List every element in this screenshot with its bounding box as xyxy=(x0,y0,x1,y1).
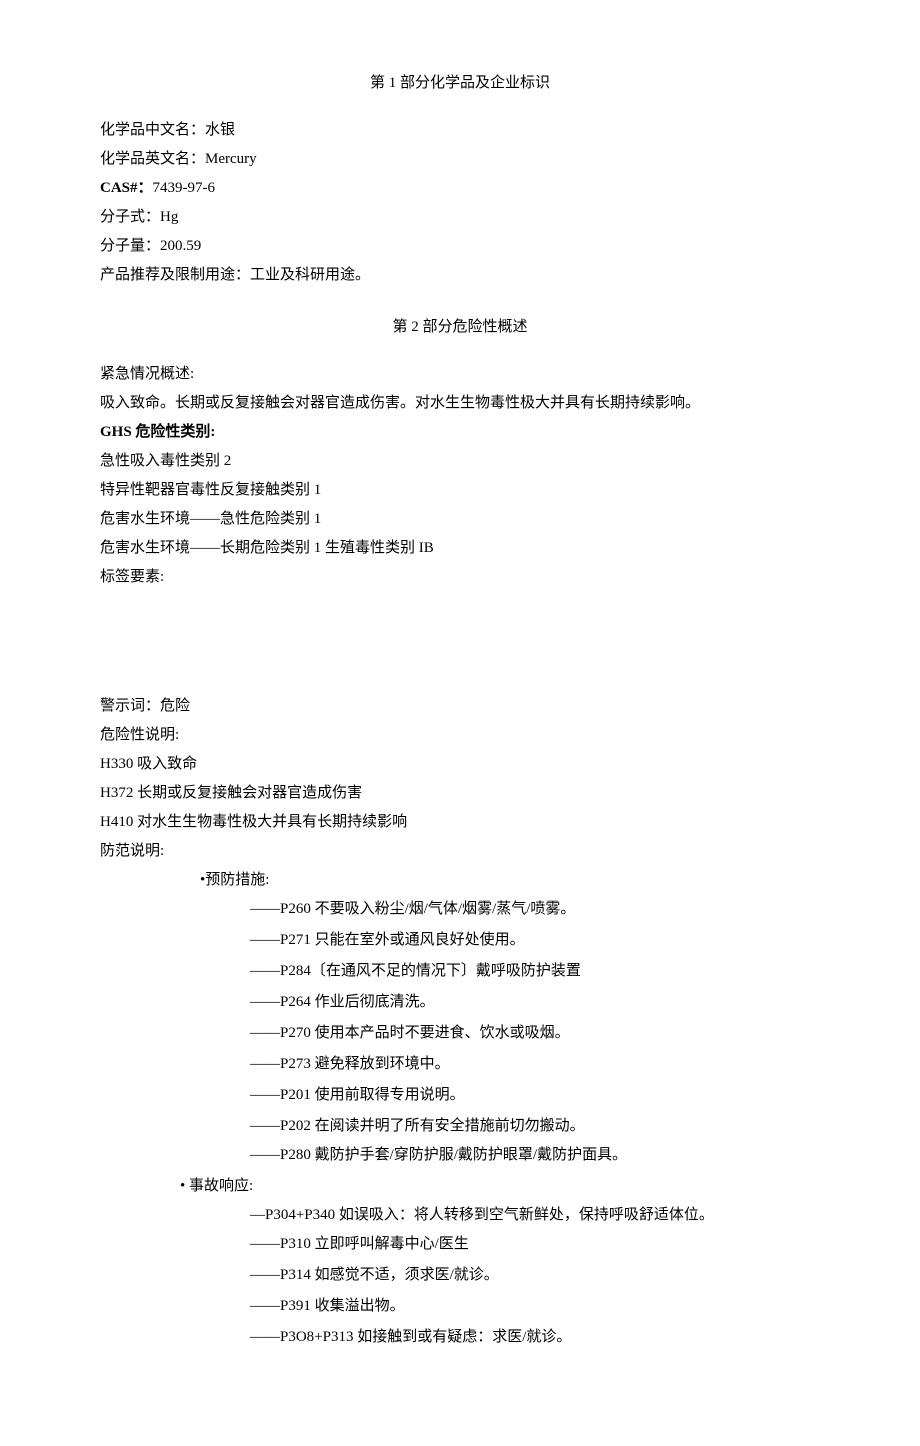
use-line: 产品推荐及限制用途：工业及科研用途。 xyxy=(100,262,820,289)
section2-block: 紧急情况概述: 吸入致命。长期或反复接触会对器官造成伤害。对水生生物毒性极大并具… xyxy=(100,361,820,1351)
prevention-item-3: ——P264 作业后彻底清洗。 xyxy=(250,989,820,1016)
response-item-0: —P304+P340 如误吸入：将人转移到空气新鲜处，保持呼吸舒适体位。 xyxy=(250,1202,820,1229)
ghs-item-2: 危害水生环境——急性危险类别 1 xyxy=(100,506,820,533)
mw-line: 分子量：200.59 xyxy=(100,233,820,260)
response-item-1: ——P310 立即呼叫解毒中心/医生 xyxy=(250,1231,820,1258)
label-elements: 标签要素: xyxy=(100,564,820,591)
prevention-item-5: ——P273 避免释放到环境中。 xyxy=(250,1051,820,1078)
section2-title: 第 2 部分危险性概述 xyxy=(100,314,820,341)
section1-title: 第 1 部分化学品及企业标识 xyxy=(100,70,820,97)
prevention-item-6: ——P201 使用前取得专用说明。 xyxy=(250,1082,820,1109)
response-item-4: ——P3O8+P313 如接触到或有疑虑：求医/就诊。 xyxy=(250,1324,820,1351)
ghs-label: GHS 危险性类别: xyxy=(100,419,820,446)
formula-line: 分子式：Hg xyxy=(100,204,820,231)
precaution-label: 防范说明: xyxy=(100,838,820,865)
hazard-item-2: H410 对水生生物毒性极大并具有长期持续影响 xyxy=(100,809,820,836)
ghs-item-1: 特异性靶器官毒性反复接触类别 1 xyxy=(100,477,820,504)
response-header: • 事故响应: xyxy=(180,1173,820,1200)
ghs-item-0: 急性吸入毒性类别 2 xyxy=(100,448,820,475)
hazard-label: 危险性说明: xyxy=(100,722,820,749)
cas-label: CAS#： xyxy=(100,180,153,196)
prevention-header: •预防措施: xyxy=(200,867,820,894)
response-item-2: ——P314 如感觉不适，须求医/就诊。 xyxy=(250,1262,820,1289)
use-value: 工业及科研用途。 xyxy=(250,267,370,283)
name-en-label: 化学品英文名： xyxy=(100,151,205,167)
cas-line: CAS#：7439-97-6 xyxy=(100,175,820,202)
prevention-item-7: ——P202 在阅读并明了所有安全措施前切勿搬动。 xyxy=(250,1113,820,1140)
formula-label: 分子式： xyxy=(100,209,160,225)
hazard-item-0: H330 吸入致命 xyxy=(100,751,820,778)
name-cn-label: 化学品中文名： xyxy=(100,122,205,138)
cas-value: 7439-97-6 xyxy=(153,180,216,196)
mw-value: 200.59 xyxy=(160,238,201,254)
section1-block: 化学品中文名：水银 化学品英文名：Mercury CAS#：7439-97-6 … xyxy=(100,117,820,289)
use-label: 产品推荐及限制用途： xyxy=(100,267,250,283)
formula-value: Hg xyxy=(160,209,178,225)
prevention-item-4: ——P270 使用本产品时不要进食、饮水或吸烟。 xyxy=(250,1020,820,1047)
emergency-text: 吸入致命。长期或反复接触会对器官造成伤害。对水生生物毒性极大并具有长期持续影响。 xyxy=(100,390,820,417)
prevention-item-8: ——P280 戴防护手套/穿防护服/戴防护眼罩/戴防护面具。 xyxy=(250,1142,820,1169)
response-item-3: ——P391 收集溢出物。 xyxy=(250,1293,820,1320)
name-cn-line: 化学品中文名：水银 xyxy=(100,117,820,144)
prevention-item-1: ——P271 只能在室外或通风良好处使用。 xyxy=(250,927,820,954)
signal-word: 警示词：危险 xyxy=(100,693,820,720)
name-cn-value: 水银 xyxy=(205,122,235,138)
prevention-item-2: ——P284〔在通风不足的情况下〕戴呼吸防护装置 xyxy=(250,958,820,985)
mw-label: 分子量： xyxy=(100,238,160,254)
prevention-item-0: ——P260 不要吸入粉尘/烟/气体/烟雾/蒸气/喷雾。 xyxy=(250,896,820,923)
ghs-item-3: 危害水生环境——长期危险类别 1 生殖毒性类别 IB xyxy=(100,535,820,562)
name-en-value: Mercury xyxy=(205,151,257,167)
pictogram-gap xyxy=(100,593,820,693)
hazard-item-1: H372 长期或反复接触会对器官造成伤害 xyxy=(100,780,820,807)
name-en-line: 化学品英文名：Mercury xyxy=(100,146,820,173)
emergency-label: 紧急情况概述: xyxy=(100,361,820,388)
